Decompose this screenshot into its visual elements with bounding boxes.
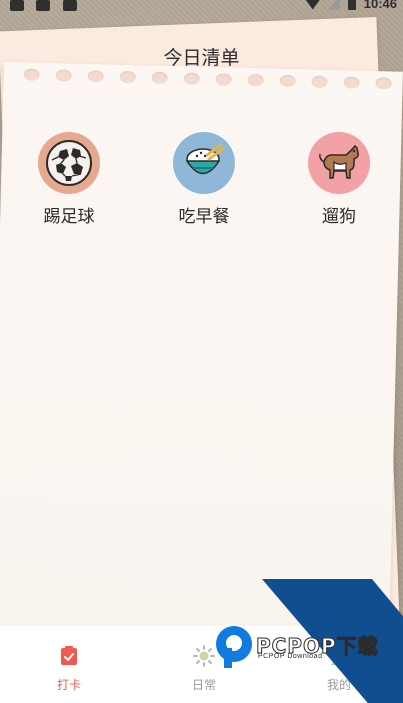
signal-icon bbox=[327, 0, 340, 10]
paper-hole bbox=[119, 70, 136, 84]
sun-icon bbox=[192, 644, 216, 668]
paper-hole bbox=[375, 77, 392, 90]
battery-icon bbox=[347, 0, 356, 10]
page-title: 今日清单 bbox=[163, 47, 240, 69]
habit-label: 遛狗 bbox=[322, 207, 356, 227]
habit-item-soccer[interactable]: 踢足球 bbox=[24, 132, 114, 227]
image-icon bbox=[36, 0, 50, 11]
rice-bowl-icon bbox=[173, 132, 235, 194]
nav-label: 日常 bbox=[191, 678, 216, 692]
watermark-sub: PCPOP Download bbox=[258, 653, 323, 660]
paper-hole bbox=[183, 72, 200, 85]
habit-list: 踢足球 吃早餐 遛狗 bbox=[0, 132, 403, 232]
habit-item-breakfast[interactable]: 吃早餐 bbox=[159, 132, 249, 227]
soccer-ball-icon bbox=[38, 132, 100, 194]
habit-item-walk-dog[interactable]: 遛狗 bbox=[294, 132, 384, 227]
paper-hole bbox=[23, 68, 40, 81]
paper-hole bbox=[151, 71, 168, 85]
paper-hole bbox=[311, 75, 328, 88]
wifi-icon bbox=[305, 0, 320, 10]
paper-hole bbox=[279, 74, 296, 88]
pcpop-logo-icon bbox=[216, 626, 252, 668]
notification-icon bbox=[10, 0, 24, 11]
app-icon bbox=[63, 0, 77, 11]
paper-hole bbox=[87, 70, 104, 83]
dog-icon bbox=[308, 132, 370, 194]
habit-label: 踢足球 bbox=[43, 207, 95, 227]
habit-label: 吃早餐 bbox=[178, 207, 230, 227]
status-bar: 10:46 bbox=[0, 0, 403, 18]
nav-item-checkin[interactable]: 打卡 bbox=[29, 644, 109, 693]
paper-hole bbox=[55, 69, 72, 82]
status-right: 10:46 bbox=[305, 0, 397, 11]
paper-hole bbox=[215, 73, 232, 86]
pcpop-watermark-logo: PCPOP下载 PCPOP Download bbox=[216, 624, 396, 670]
status-time: 10:46 bbox=[363, 0, 397, 11]
nav-label: 打卡 bbox=[56, 678, 81, 692]
paper-hole bbox=[247, 73, 264, 87]
paper-hole bbox=[343, 76, 360, 89]
clipboard-check-icon bbox=[57, 644, 81, 668]
